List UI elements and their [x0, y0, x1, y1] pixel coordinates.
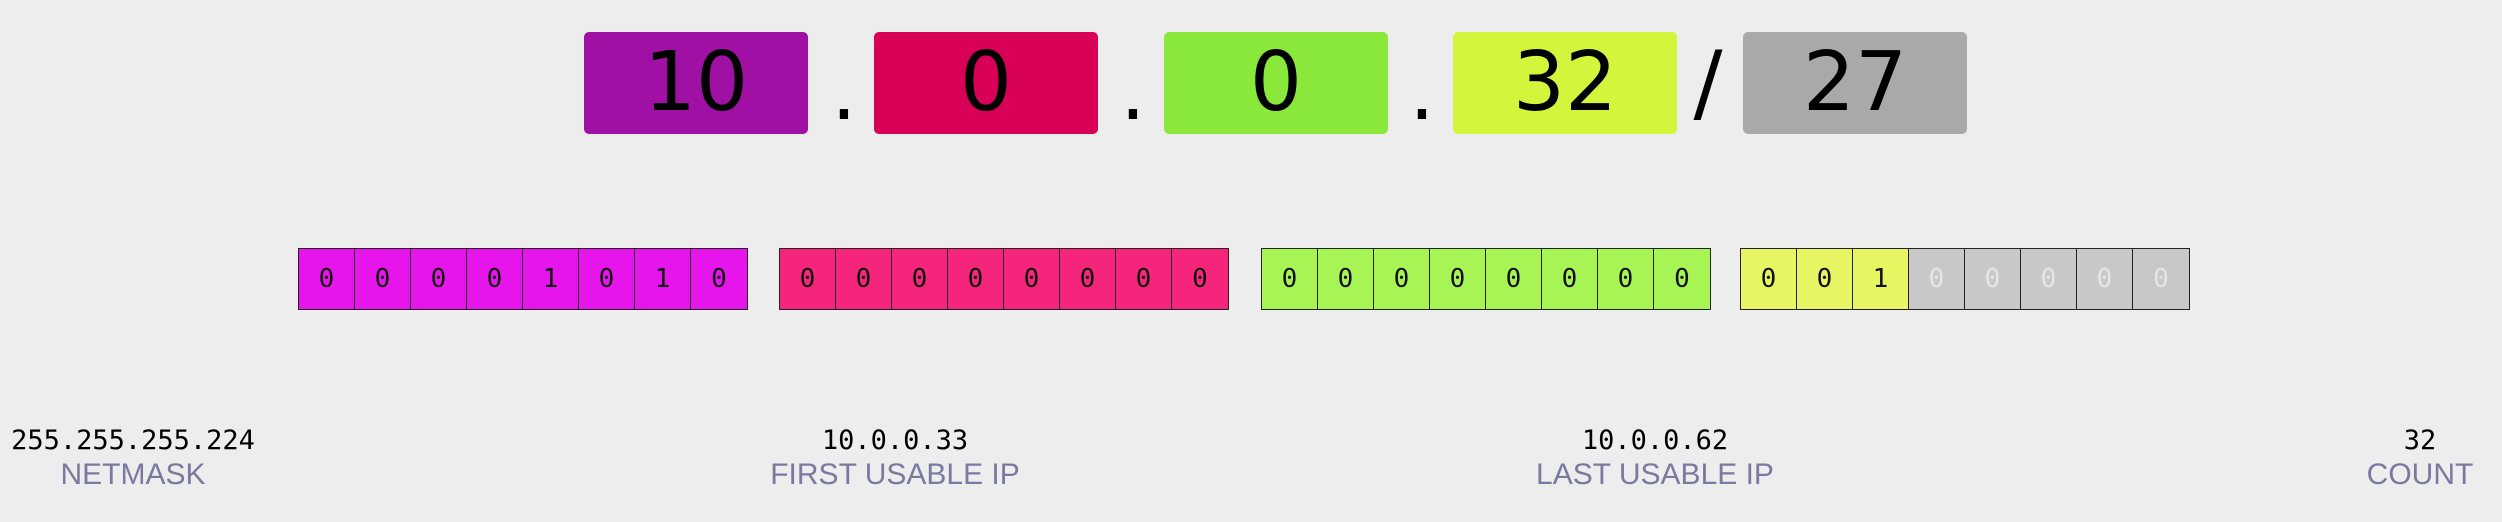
bit-cell[interactable]: 0	[1965, 249, 2021, 309]
first-usable-value: 10.0.0.33	[821, 425, 969, 456]
bit-cell[interactable]: 0	[1909, 249, 1965, 309]
bit-cell[interactable]: 1	[523, 249, 579, 309]
bit-cell[interactable]: 1	[1853, 249, 1909, 309]
bit-cell[interactable]: 0	[299, 249, 355, 309]
netmask-info: 255.255.255.224 NETMASK	[8, 424, 258, 492]
bit-cell[interactable]: 0	[2133, 249, 2189, 309]
bit-cell[interactable]: 0	[1116, 249, 1172, 309]
octet-separator-dot: .	[1409, 45, 1435, 138]
octet-1-input[interactable]: 10	[584, 32, 808, 134]
octet-2-bits: 00000000	[779, 248, 1229, 310]
octet-1-bits: 00001010	[298, 248, 748, 310]
octet-separator-dot: .	[1120, 45, 1146, 138]
netmask-label: NETMASK	[60, 458, 206, 491]
bit-cell[interactable]: 0	[1262, 249, 1318, 309]
bit-cell[interactable]: 0	[1741, 249, 1797, 309]
last-usable-info: 10.0.0.62 LAST USABLE IP	[1520, 424, 1790, 492]
last-usable-value: 10.0.0.62	[1581, 425, 1729, 456]
bit-cell[interactable]: 1	[635, 249, 691, 309]
first-usable-info: 10.0.0.33 FIRST USABLE IP	[760, 424, 1030, 492]
binary-bits-row: 00001010 00000000 00000000 00100000	[0, 248, 2502, 310]
bit-cell[interactable]: 0	[355, 249, 411, 309]
last-usable-label: LAST USABLE IP	[1536, 458, 1774, 491]
bit-cell[interactable]: 0	[1654, 249, 1710, 309]
bit-cell[interactable]: 0	[1797, 249, 1853, 309]
count-info: 32 COUNT	[2350, 424, 2490, 492]
bit-cell[interactable]: 0	[411, 249, 467, 309]
count-value: 32	[2403, 425, 2437, 456]
octet-2-input[interactable]: 0	[874, 32, 1098, 134]
bit-cell[interactable]: 0	[780, 249, 836, 309]
bit-cell[interactable]: 0	[1060, 249, 1116, 309]
bit-cell[interactable]: 0	[2077, 249, 2133, 309]
first-usable-label: FIRST USABLE IP	[770, 458, 1020, 491]
prefix-length-input[interactable]: 27	[1743, 32, 1967, 134]
bit-cell[interactable]: 0	[467, 249, 523, 309]
bit-cell[interactable]: 0	[892, 249, 948, 309]
bit-cell[interactable]: 0	[1374, 249, 1430, 309]
prefix-separator-slash: /	[1693, 33, 1723, 133]
bit-cell[interactable]: 0	[948, 249, 1004, 309]
octet-3-bits: 00000000	[1261, 248, 1711, 310]
octet-3-input[interactable]: 0	[1164, 32, 1388, 134]
bit-cell[interactable]: 0	[1486, 249, 1542, 309]
bit-cell[interactable]: 0	[691, 249, 747, 309]
bit-cell[interactable]: 0	[1598, 249, 1654, 309]
cidr-input-row: 10 . 0 . 0 . 32 / 27	[0, 32, 2502, 134]
bit-cell[interactable]: 0	[1542, 249, 1598, 309]
count-label: COUNT	[2366, 458, 2474, 491]
bit-cell[interactable]: 0	[579, 249, 635, 309]
bit-cell[interactable]: 0	[1172, 249, 1228, 309]
bit-cell[interactable]: 0	[1318, 249, 1374, 309]
bit-cell[interactable]: 0	[1430, 249, 1486, 309]
octet-4-bits: 00100000	[1740, 248, 2190, 310]
bit-cell[interactable]: 0	[2021, 249, 2077, 309]
octet-separator-dot: .	[831, 45, 857, 138]
bit-cell[interactable]: 0	[836, 249, 892, 309]
bit-cell[interactable]: 0	[1004, 249, 1060, 309]
netmask-value: 255.255.255.224	[11, 425, 255, 456]
octet-4-input[interactable]: 32	[1453, 32, 1677, 134]
